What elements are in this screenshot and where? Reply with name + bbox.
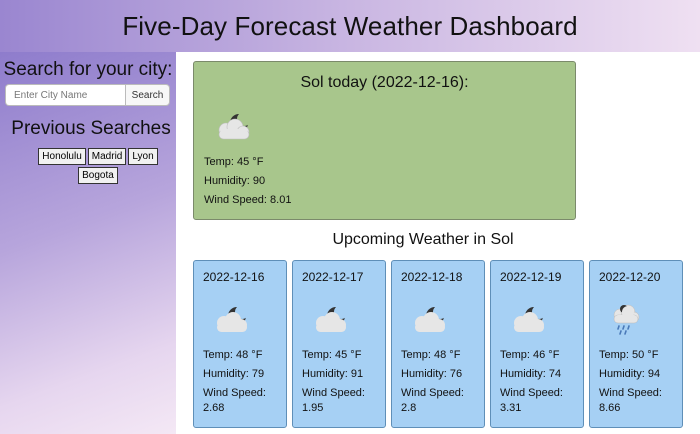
forecast-wind-label: Wind Speed: bbox=[203, 387, 266, 399]
forecast-date: 2022-12-20 bbox=[599, 270, 661, 284]
forecast-wind-label: Wind Speed: bbox=[302, 387, 365, 399]
forecast-card: 2022-12-18 Temp: 48 °F Humidity: 76 Wind… bbox=[391, 260, 485, 428]
forecast-wind-value: 3.31 bbox=[500, 402, 522, 414]
forecast-wind-value: 2.68 bbox=[203, 402, 225, 414]
forecast-wind-value: 1.95 bbox=[302, 402, 324, 414]
partly-cloudy-night-icon bbox=[217, 305, 249, 332]
previous-searches-list: Honolulu Madrid Lyon Bogota bbox=[36, 148, 160, 184]
forecast-wind-value: 8.66 bbox=[599, 402, 621, 414]
rain-cloud-icon bbox=[613, 304, 640, 335]
forecast-humidity: Humidity: 76 bbox=[401, 368, 463, 380]
forecast-wind-label: Wind Speed: bbox=[599, 387, 662, 399]
page-header: Five-Day Forecast Weather Dashboard bbox=[0, 0, 700, 52]
forecast-wind-label: Wind Speed: bbox=[401, 387, 464, 399]
current-wind: Wind Speed: 8.01 bbox=[204, 194, 292, 206]
search-button[interactable]: Search bbox=[125, 84, 170, 106]
forecast-date: 2022-12-16 bbox=[203, 270, 265, 284]
current-weather-title: Sol today (2022-12-16): bbox=[300, 74, 469, 91]
current-humidity: Humidity: 90 bbox=[204, 175, 266, 187]
forecast-card: 2022-12-17 Temp: 45 °F Humidity: 91 Wind… bbox=[292, 260, 386, 428]
page-title: Five-Day Forecast Weather Dashboard bbox=[122, 10, 578, 41]
forecast-humidity: Humidity: 74 bbox=[500, 368, 562, 380]
forecast-temp: Temp: 48 °F bbox=[203, 349, 263, 361]
forecast-card: 2022-12-19 Temp: 46 °F Humidity: 74 Wind… bbox=[490, 260, 584, 428]
partly-cloudy-night-icon bbox=[316, 305, 348, 332]
city-search-input[interactable] bbox=[5, 84, 125, 106]
upcoming-weather-title: Upcoming Weather in Sol bbox=[332, 231, 514, 248]
forecast-card: 2022-12-20 Temp: 50 °F Humidity: 94 Wind… bbox=[589, 260, 683, 428]
search-heading: Search for your city: bbox=[3, 59, 173, 80]
forecast-temp: Temp: 46 °F bbox=[500, 349, 560, 361]
forecast-temp: Temp: 48 °F bbox=[401, 349, 461, 361]
forecast-wind-value: 2.8 bbox=[401, 402, 417, 414]
forecast-date: 2022-12-19 bbox=[500, 270, 562, 284]
partly-cloudy-night-icon bbox=[514, 305, 546, 332]
forecast-humidity: Humidity: 91 bbox=[302, 368, 364, 380]
forecast-humidity: Humidity: 94 bbox=[599, 368, 661, 380]
forecast-humidity: Humidity: 79 bbox=[203, 368, 265, 380]
current-weather-card: Sol today (2022-12-16): Temp: 45 °F Humi… bbox=[193, 61, 576, 220]
previous-search-honolulu[interactable]: Honolulu bbox=[38, 148, 86, 165]
search-form: Search bbox=[5, 84, 170, 106]
previous-search-bogota[interactable]: Bogota bbox=[78, 167, 118, 184]
forecast-wind-label: Wind Speed: bbox=[500, 387, 563, 399]
forecast-card: 2022-12-16 Temp: 48 °F Humidity: 79 Wind… bbox=[193, 260, 287, 428]
sidebar: Search for your city: Search Previous Se… bbox=[0, 52, 176, 434]
previous-searches-heading: Previous Searches bbox=[11, 118, 171, 139]
forecast-temp: Temp: 45 °F bbox=[302, 349, 362, 361]
forecast-temp: Temp: 50 °F bbox=[599, 349, 659, 361]
current-temp: Temp: 45 °F bbox=[204, 156, 264, 168]
previous-search-madrid[interactable]: Madrid bbox=[87, 148, 127, 165]
partly-cloudy-night-icon bbox=[218, 112, 251, 140]
forecast-date: 2022-12-17 bbox=[302, 270, 364, 284]
forecast-date: 2022-12-18 bbox=[401, 270, 463, 284]
partly-cloudy-night-icon bbox=[415, 305, 447, 332]
previous-search-lyon[interactable]: Lyon bbox=[128, 148, 158, 165]
